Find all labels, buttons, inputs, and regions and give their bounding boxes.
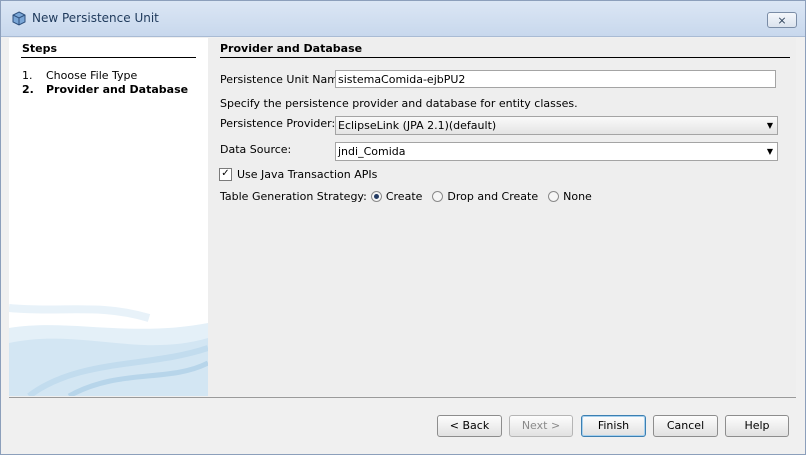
jta-label: Use Java Transaction APIs	[237, 168, 378, 181]
provider-label: Persistence Provider:	[220, 117, 336, 130]
step-label: Choose File Type	[46, 69, 138, 82]
step-item-2: 2. Provider and Database	[22, 83, 188, 96]
button-bar-divider	[9, 397, 796, 398]
datasource-value: jndi_Comida	[338, 145, 406, 158]
radio-unselected-icon[interactable]	[432, 191, 444, 202]
finish-button[interactable]: Finish	[581, 415, 646, 437]
jta-checkbox[interactable]: ✓	[219, 168, 232, 181]
close-button[interactable]: ⨯	[767, 12, 797, 28]
jta-checkbox-row[interactable]: ✓ Use Java Transaction APIs	[219, 168, 377, 181]
app-cube-icon	[12, 11, 26, 26]
step-item-1: 1. Choose File Type	[22, 69, 137, 82]
close-icon: ⨯	[777, 13, 787, 27]
step-number: 2.	[22, 83, 34, 96]
wizard-content: Steps 1. Choose File Type 2. Provider and …	[9, 38, 796, 396]
step-number: 1.	[22, 69, 33, 82]
unit-name-field[interactable]: sistemaComida-ejbPU2	[335, 70, 776, 88]
description-text: Specify the persistence provider and dat…	[220, 97, 578, 110]
provider-value: EclipseLink (JPA 2.1)(default)	[338, 119, 497, 132]
steps-decorative-graphic	[9, 304, 208, 396]
radio-unselected-icon[interactable]	[548, 191, 560, 202]
provider-dropdown[interactable]: EclipseLink (JPA 2.1)(default) ▼	[335, 116, 778, 135]
dropdown-arrow-icon: ▼	[766, 147, 773, 156]
panel-heading: Provider and Database	[220, 42, 363, 55]
steps-divider	[21, 57, 196, 58]
radio-none[interactable]: None	[544, 190, 592, 203]
radio-selected-icon[interactable]	[370, 191, 382, 202]
radio-label: Drop and Create	[447, 190, 539, 203]
datasource-label: Data Source:	[220, 143, 292, 156]
datasource-dropdown[interactable]: jndi_Comida ▼	[335, 142, 778, 161]
title-bar[interactable]: New Persistence Unit ⨯	[1, 1, 805, 37]
strategy-row: Table Generation Strategy: Create Drop a…	[220, 190, 598, 203]
step-label: Provider and Database	[46, 83, 189, 96]
back-button[interactable]: < Back	[437, 415, 502, 437]
radio-label: Create	[385, 190, 423, 203]
radio-create[interactable]: Create	[367, 190, 423, 203]
main-panel: Provider and Database Persistence Unit N…	[208, 38, 796, 396]
dropdown-arrow-icon: ▼	[766, 121, 773, 130]
panel-divider	[220, 57, 790, 58]
steps-panel: Steps 1. Choose File Type 2. Provider and …	[9, 38, 208, 396]
window-title: New Persistence Unit	[32, 11, 159, 25]
next-button[interactable]: Next >	[509, 415, 573, 437]
strategy-label: Table Generation Strategy:	[220, 190, 367, 203]
radio-label: None	[563, 190, 592, 203]
steps-heading: Steps	[22, 42, 58, 55]
radio-drop-and-create[interactable]: Drop and Create	[428, 190, 538, 203]
unit-name-label: Persistence Unit Name:	[220, 73, 349, 86]
help-button[interactable]: Help	[725, 415, 789, 437]
dialog-window: New Persistence Unit ⨯ Steps 1. Choose Fi…	[0, 0, 806, 455]
cancel-button[interactable]: Cancel	[653, 415, 718, 437]
